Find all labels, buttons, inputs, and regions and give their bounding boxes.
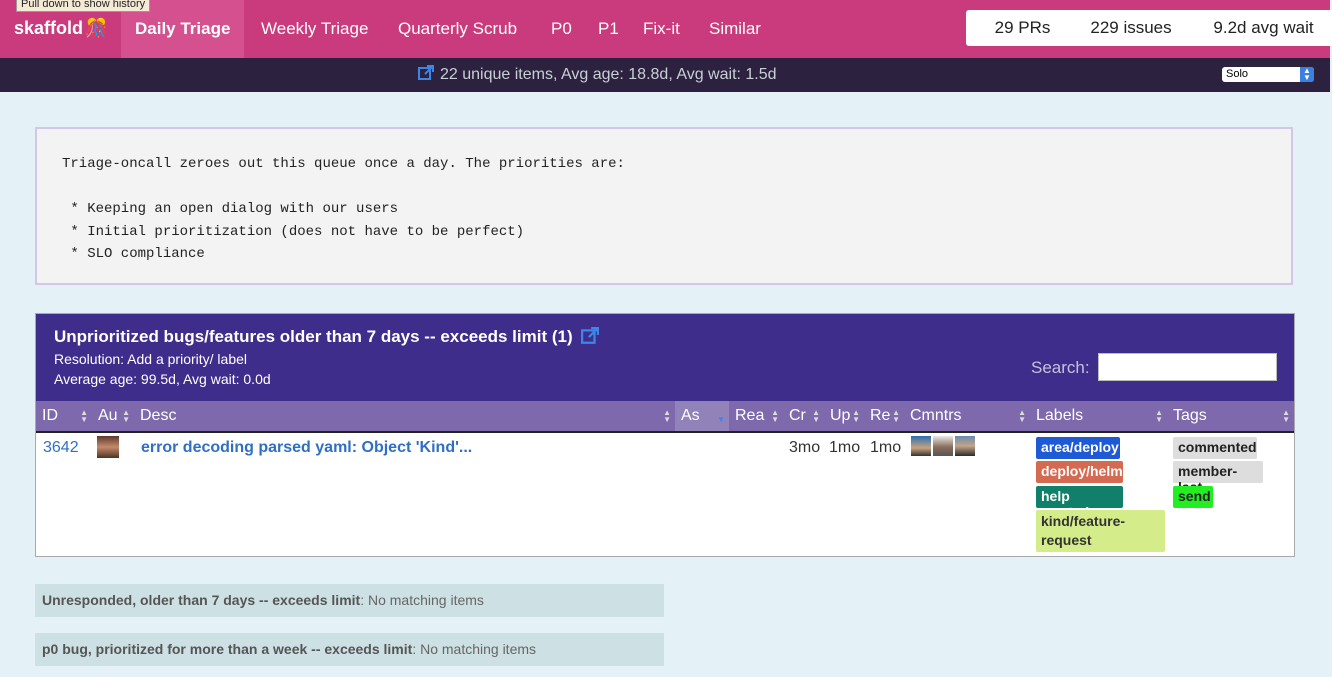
queue-description: Triage-oncall zeroes out this queue once… [35,127,1293,285]
table-header: ID ▲ ▼ Au ▲ ▼ Desc ▲ ▼ As ▼ Rea ▲ ▼ Cr ▲ ▼ Up ▲ ▼ Re ▲… [36,401,1294,433]
tab-p1[interactable]: P1 [584,0,633,58]
search-label: Search: [1031,358,1090,377]
tab-fix-it[interactable]: Fix-it [629,0,694,58]
history-tooltip: Pull down to show history [16,0,151,12]
top-navigation-bar: skaffold 🎊 Daily Triage Weekly Triage Qua… [0,0,1332,58]
label-deploy-helm[interactable]: deploy/helm [1036,461,1123,483]
column-header-id[interactable]: ID ▲ ▼ [36,401,92,431]
label-help-wanted[interactable]: help wanted [1036,486,1123,520]
rule-p0-bug-title: p0 bug, prioritized for more than a week… [42,641,413,657]
sort-icon: ▲ ▼ [122,408,130,424]
column-header-updated[interactable]: Up ▲ ▼ [824,401,864,431]
sort-icon: ▲ ▼ [892,408,900,424]
sort-icon: ▼ [717,415,725,424]
column-header-desc[interactable]: Desc ▲ ▼ [134,401,675,431]
column-header-assignee[interactable]: As ▼ [675,401,729,431]
external-link-icon[interactable] [580,327,599,345]
column-header-reactions[interactable]: Rea ▲ ▼ [729,401,783,431]
brand[interactable]: skaffold 🎊 [14,18,107,39]
rule-unresponded-status: : No matching items [360,592,484,608]
tag-member-last[interactable]: member-last [1173,461,1263,495]
issue-id-link[interactable]: 3642 [43,439,79,457]
tag-send[interactable]: send [1173,486,1213,508]
tab-quarterly-scrub[interactable]: Quarterly Scrub [384,0,531,58]
column-header-created[interactable]: Cr ▲ ▼ [783,401,824,431]
issue-title-link[interactable]: error decoding parsed yaml: Object 'Kind… [141,439,472,457]
select-arrows-icon: ▲ ▼ [1300,67,1314,82]
summary-bar: 22 unique items, Avg age: 18.8d, Avg wai… [0,58,1330,92]
rule-unresponded: Unresponded, older than 7 days -- exceed… [35,584,664,617]
avg-wait-button[interactable]: 9.2d avg wait [1183,10,1332,46]
tag-commented[interactable]: commented [1173,437,1257,459]
rule-title: Unprioritized bugs/features older than 7… [54,327,599,347]
sort-icon: ▲ ▼ [852,408,860,424]
sort-icon: ▲ ▼ [771,408,779,424]
sort-icon: ▲ ▼ [1018,408,1026,424]
created-age: 3mo [789,439,821,456]
issues-count-button[interactable]: 229 issues [1060,10,1202,46]
rule-p0-bug: p0 bug, prioritized for more than a week… [35,633,664,666]
sort-icon: ▲ ▼ [812,408,820,424]
author-avatar[interactable] [97,436,119,458]
external-link-icon[interactable] [418,65,434,81]
tab-p0[interactable]: P0 [537,0,586,58]
party-popper-icon: 🎊 [85,18,108,38]
column-header-tags[interactable]: Tags ▲ ▼ [1167,401,1294,431]
search-input[interactable] [1098,353,1277,381]
commenter-avatar[interactable] [911,436,931,456]
player-select[interactable]: Solo ▲ ▼ [1222,67,1314,82]
rule-average: Average age: 99.5d, Avg wait: 0.0d [54,371,271,387]
rule-p0-bug-status: : No matching items [412,641,537,657]
rule-resolution: Resolution: Add a priority/ label [54,351,247,367]
label-area-deploy[interactable]: area/deploy [1036,437,1120,459]
column-header-responded[interactable]: Re ▲ ▼ [864,401,904,431]
tab-similar[interactable]: Similar [695,0,775,58]
sort-icon: ▲ ▼ [1155,408,1163,424]
brand-name: skaffold [14,18,84,38]
sort-icon: ▲ ▼ [80,408,88,424]
summary: 22 unique items, Avg age: 18.8d, Avg wai… [418,65,777,84]
rule-title-text: Unprioritized bugs/features older than 7… [54,327,573,346]
responded-age: 1mo [870,439,902,456]
sort-icon: ▲ ▼ [1282,408,1290,424]
sort-icon: ▲ ▼ [663,408,671,424]
summary-text: 22 unique items, Avg age: 18.8d, Avg wai… [440,66,777,83]
rule-panel: Unprioritized bugs/features older than 7… [35,313,1295,557]
commenter-avatar[interactable] [955,436,975,456]
column-header-author[interactable]: Au ▲ ▼ [92,401,134,431]
rule-unresponded-title: Unresponded, older than 7 days -- exceed… [42,592,361,608]
column-header-labels[interactable]: Labels ▲ ▼ [1030,401,1167,431]
label-kind-feature-request[interactable]: kind/feature-request [1036,510,1165,552]
commenter-avatar[interactable] [933,436,953,456]
player-select-value: Solo [1226,68,1249,80]
column-header-commenters[interactable]: Cmntrs ▲ ▼ [904,401,1030,431]
updated-age: 1mo [829,439,861,456]
tab-weekly-triage[interactable]: Weekly Triage [247,0,382,58]
rule-panel-header: Unprioritized bugs/features older than 7… [36,314,1294,401]
